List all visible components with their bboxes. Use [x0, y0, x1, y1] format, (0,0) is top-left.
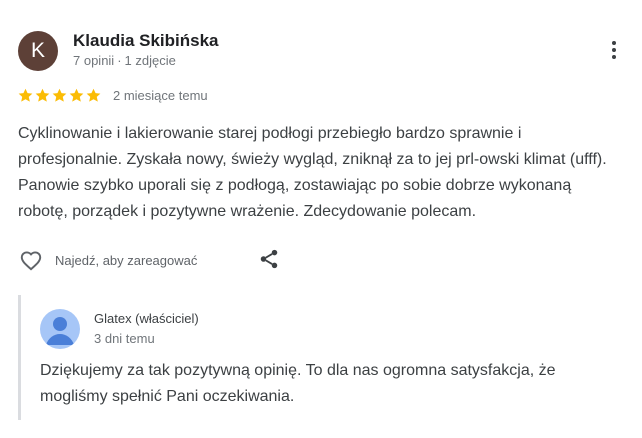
review-date: 2 miesiące temu [113, 87, 208, 103]
meta-separator: · [117, 53, 122, 68]
heart-outline-icon[interactable] [17, 247, 45, 273]
share-icon[interactable] [258, 248, 280, 270]
reviewer-name[interactable]: Klaudia Skibińska [73, 31, 219, 51]
star-icon [35, 88, 50, 102]
reply-divider [18, 295, 21, 420]
owner-reply-date: 3 dni temu [94, 331, 155, 346]
star-icon [18, 88, 33, 102]
default-profile-icon [40, 309, 80, 349]
star-icon [69, 88, 84, 102]
reviews-count: 7 opinii [73, 53, 115, 68]
stars-container [17, 87, 102, 104]
reviewer-meta: 7 opinii · 1 zdjęcie [73, 53, 176, 68]
owner-reply-text: Dziękujemy za tak pozytywną opinię. To d… [40, 362, 556, 405]
star-rating: 2 miesiące temu [17, 86, 208, 104]
review-actions: Najedź, aby zareagować [17, 245, 197, 275]
react-label[interactable]: Najedź, aby zareagować [55, 253, 197, 268]
star-icon [52, 88, 67, 102]
owner-name: Glatex (właściciel) [94, 311, 199, 326]
review-text: Cyklinowanie i lakierowanie starej podło… [18, 125, 607, 220]
more-vert-icon[interactable] [604, 38, 624, 64]
photos-count: 1 zdjęcie [124, 53, 176, 68]
star-icon [86, 88, 101, 102]
reviewer-avatar[interactable]: K [18, 31, 58, 71]
